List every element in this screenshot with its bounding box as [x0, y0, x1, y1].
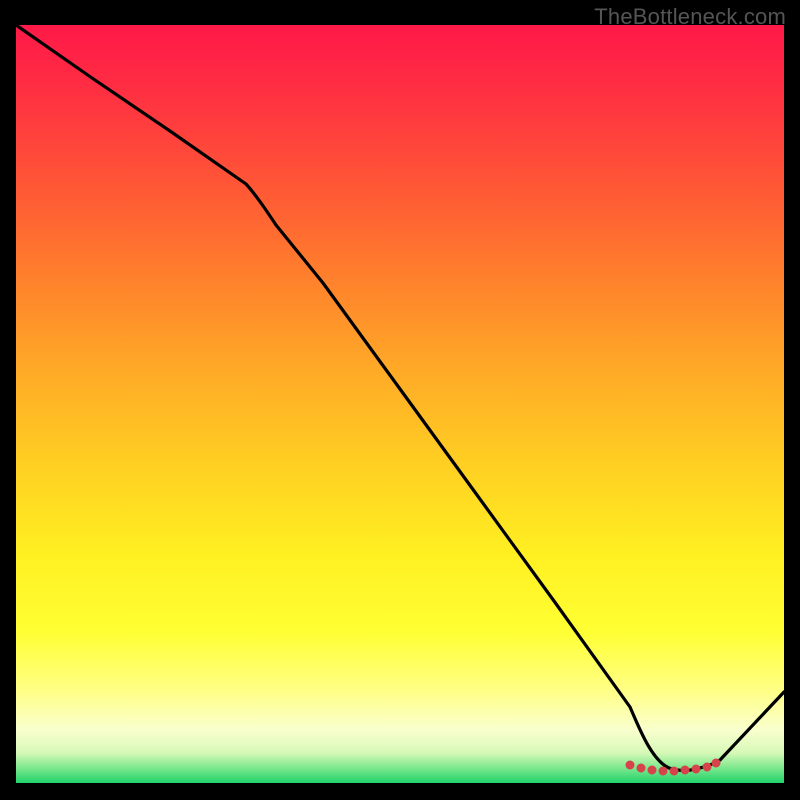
trough-markers [626, 759, 720, 775]
line-series [16, 25, 784, 783]
chart-root: TheBottleneck.com [0, 0, 800, 800]
plot-area [16, 25, 784, 783]
curve-path [16, 25, 784, 770]
